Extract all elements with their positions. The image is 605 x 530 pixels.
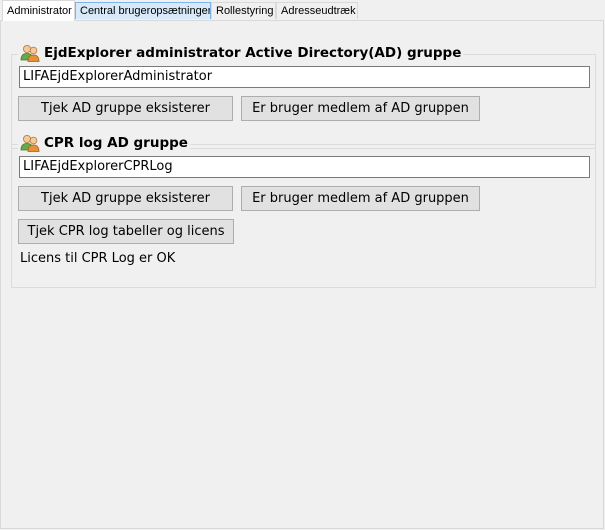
tab-strip: Administrator Central brugeropsætninger …: [0, 0, 605, 21]
cpr-log-ad-group-header: CPR log AD gruppe: [18, 133, 190, 153]
users-icon: [20, 135, 40, 152]
cpr-check-tables-license-button[interactable]: Tjek CPR log tabeller og licens: [18, 219, 234, 244]
admin-ad-group-title: EjdExplorer administrator Active Directo…: [44, 45, 462, 61]
admin-check-group-exists-button[interactable]: Tjek AD gruppe eksisterer: [18, 96, 233, 121]
cpr-check-group-exists-button[interactable]: Tjek AD gruppe eksisterer: [18, 186, 233, 211]
tab-central-brugeropsaetninger[interactable]: Central brugeropsætninger: [75, 2, 211, 19]
admin-check-user-member-button[interactable]: Er bruger medlem af AD gruppen: [241, 96, 480, 121]
cpr-check-user-member-button[interactable]: Er bruger medlem af AD gruppen: [241, 186, 480, 211]
tab-adresseudtraek[interactable]: Adresseudtræk: [276, 2, 358, 19]
tab-administrator[interactable]: Administrator: [2, 0, 75, 21]
tab-page-administrator: EjdExplorer administrator Active Directo…: [0, 20, 604, 529]
cpr-log-ad-group-title: CPR log AD gruppe: [44, 135, 188, 151]
tab-rollestyring[interactable]: Rollestyring: [211, 2, 276, 19]
cpr-log-ad-group-panel: CPR log AD gruppe LIFAEjdExplorerCPRLog …: [11, 133, 596, 288]
admin-ad-group-header: EjdExplorer administrator Active Directo…: [18, 43, 464, 63]
cpr-license-status-text: Licens til CPR Log er OK: [20, 251, 176, 266]
admin-ad-group-name-field[interactable]: LIFAEjdExplorerAdministrator: [19, 66, 590, 88]
cpr-log-ad-group-name-field[interactable]: LIFAEjdExplorerCPRLog: [19, 156, 590, 178]
users-icon: [20, 45, 40, 62]
